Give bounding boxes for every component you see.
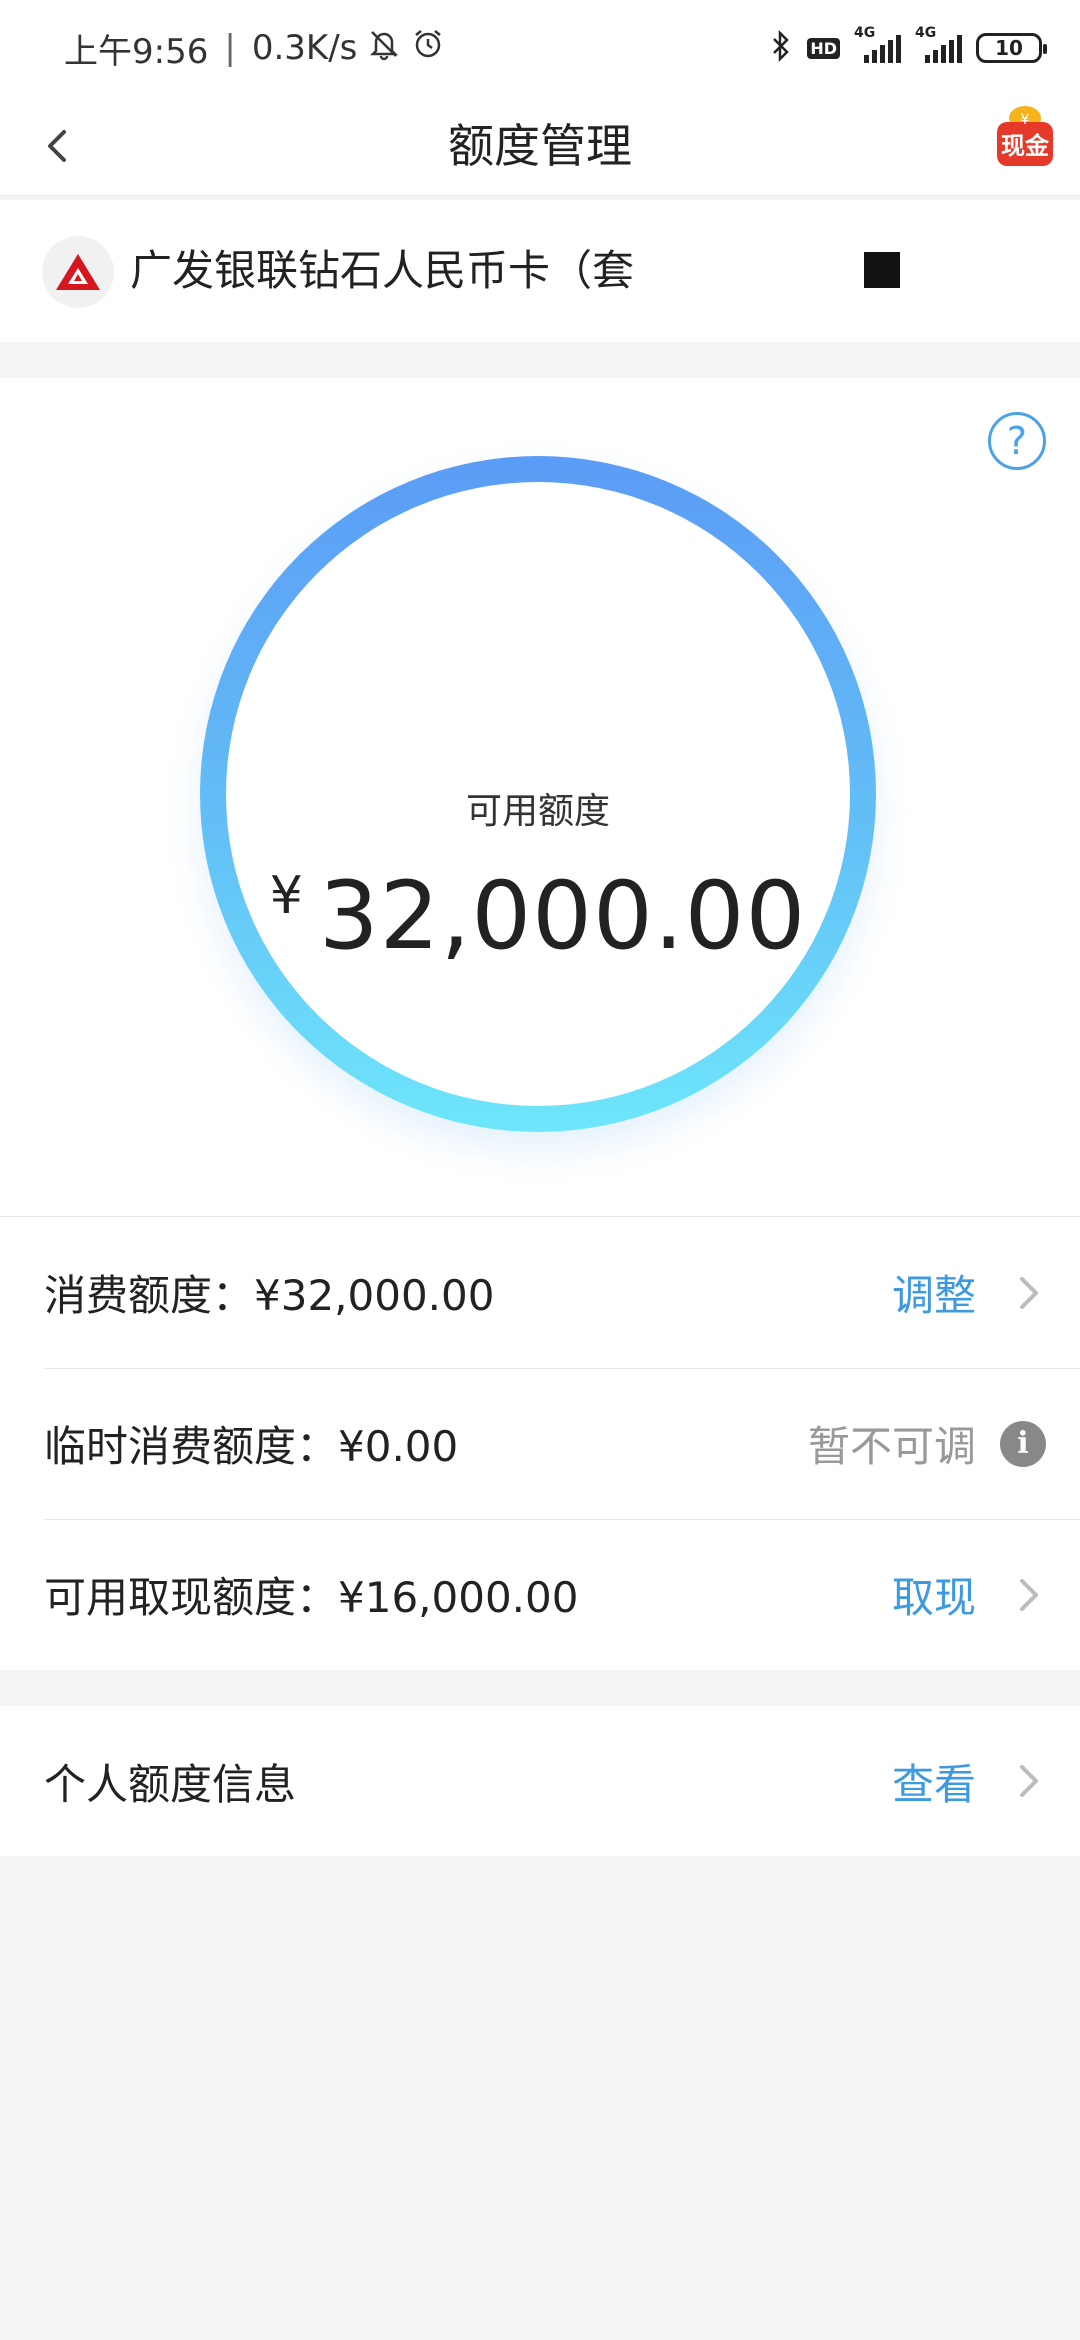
stop-square-icon [864,252,900,288]
cash-limit-label: 可用取现额度：¥16,000.00 [44,1573,579,1622]
personal-credit-section: 个人额度信息 查看 [0,1706,1080,1856]
battery-level: 10 [995,36,1023,60]
bank-logo-icon [42,236,114,308]
alarm-clock-icon [411,27,445,70]
signal-icon-1: 4G [854,25,901,63]
signal-icon-2: 4G [915,25,962,63]
credit-ring: 可用额度 ¥32,000.00 [200,456,876,1132]
personal-credit-label: 个人额度信息 [44,1759,297,1809]
chevron-right-icon [1020,1578,1038,1611]
cash-red-packet-icon: ¥ 现金 [997,106,1053,166]
cash-badge-label: 现金 [1001,132,1050,160]
status-time: 上午9:56 [64,31,209,72]
row-temporary-limit: 临时消费额度：¥0.00 暂不可调 i [0,1368,1080,1519]
page-title: 额度管理 [448,119,632,173]
row-cash-limit[interactable]: 可用取现额度：¥16,000.00 取现 [0,1519,1080,1670]
not-adjustable-text: 暂不可调 [807,1422,976,1471]
temporary-limit-label: 临时消费额度：¥0.00 [44,1422,459,1471]
status-right: HD 4G 4G 10 [769,25,1047,70]
available-credit-panel: ? 可用额度 ¥32,000.00 [0,378,1080,1216]
view-link[interactable]: 查看 [892,1751,976,1812]
row-personal-credit-info[interactable]: 个人额度信息 查看 [0,1706,1080,1856]
adjust-link[interactable]: 调整 [892,1262,976,1323]
info-icon[interactable]: i [1000,1420,1046,1467]
currency-symbol: ¥ [269,866,303,926]
help-button[interactable]: ? [988,412,1046,470]
cash-red-packet-button[interactable]: ¥ 现金 [994,104,1056,170]
cash-badge-symbol: ¥ [1021,112,1030,128]
signal-tag-2: 4G [915,25,937,41]
status-network-speed: 0.3K/s [251,28,358,68]
nav-bar: 额度管理 ¥ 现金 [0,96,1080,196]
mute-bell-icon [367,27,401,70]
available-credit-value: 32,000.00 [318,862,807,971]
chevron-left-icon [48,130,66,162]
row-spending-limit[interactable]: 消费额度：¥32,000.00 调整 [0,1217,1080,1368]
credit-ring-inner: 可用额度 ¥32,000.00 [226,482,850,1106]
spending-limit-label: 消费额度：¥32,000.00 [44,1271,495,1320]
hd-badge: HD [807,37,840,59]
status-separator: | [224,28,236,68]
battery-icon: 10 [976,33,1047,63]
card-name: 广发银联钻石人民币卡（套 [130,246,635,295]
status-bar: 上午9:56 | 0.3K/s HD 4G 4G 10 [0,0,1080,96]
chevron-right-icon [1020,1765,1038,1797]
status-left: 上午9:56 | 0.3K/s [64,22,445,74]
bluetooth-icon [769,29,793,67]
available-credit-label: 可用额度 [465,791,610,832]
question-icon: ? [1006,419,1028,463]
back-button[interactable] [30,118,86,174]
chevron-right-icon [1020,1276,1038,1309]
signal-tag-1: 4G [854,25,876,41]
withdraw-cash-link[interactable]: 取现 [892,1564,976,1625]
available-credit-amount: ¥32,000.00 [226,862,850,971]
credit-list: 消费额度：¥32,000.00 调整 临时消费额度：¥0.00 暂不可调 i 可… [0,1216,1080,1670]
